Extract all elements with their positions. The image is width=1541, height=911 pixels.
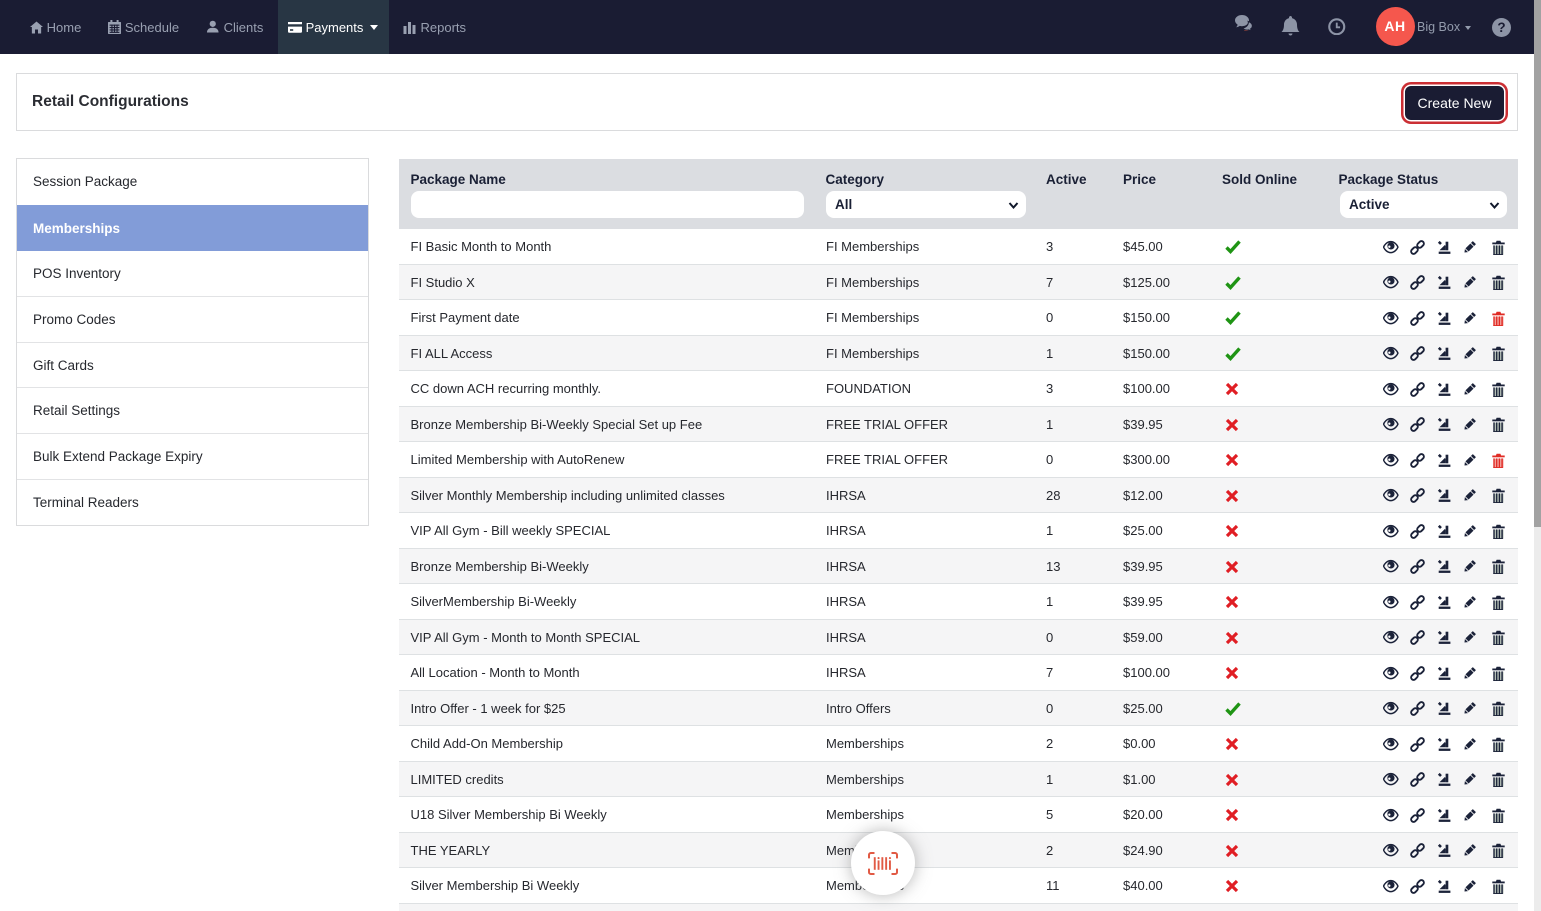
svg-text:?: ?	[1497, 20, 1505, 35]
